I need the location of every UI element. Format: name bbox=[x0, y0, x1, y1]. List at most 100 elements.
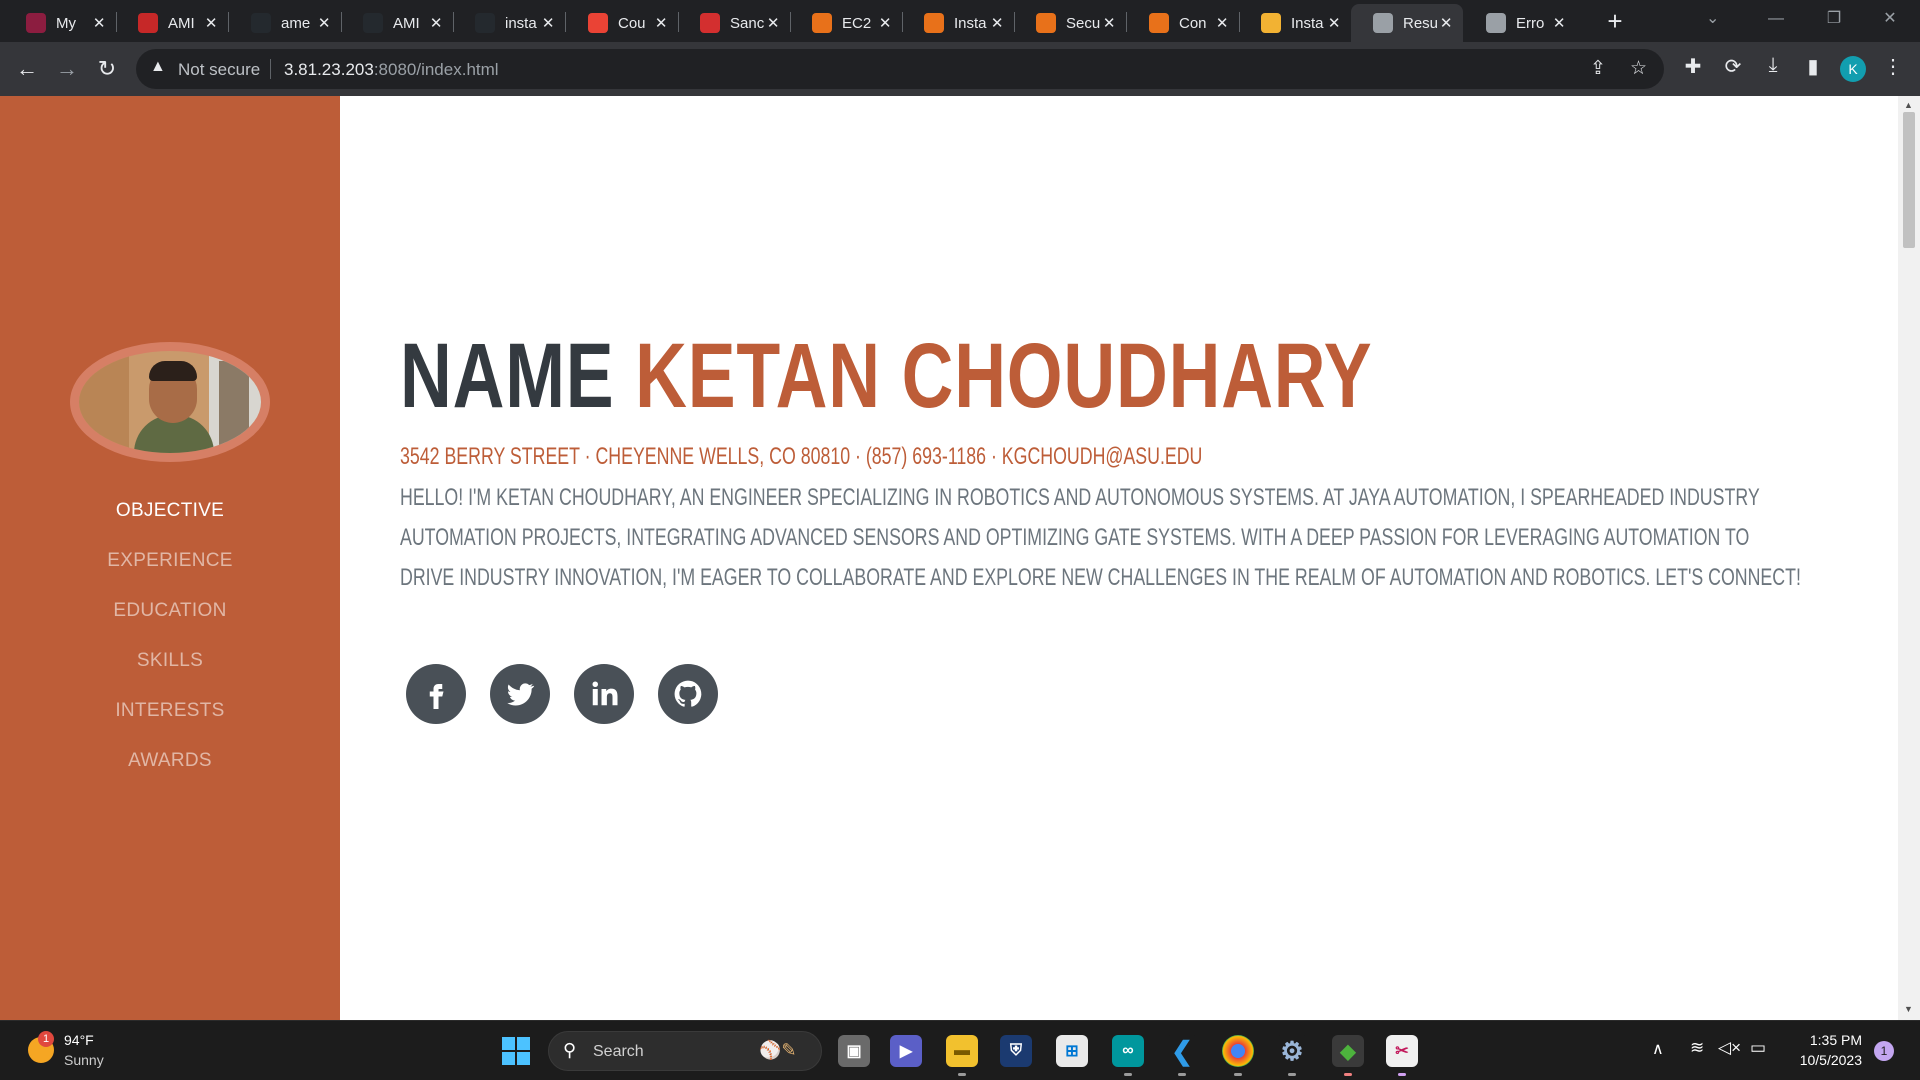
browser-tab[interactable]: ame ✕ bbox=[229, 4, 341, 42]
window-close-button[interactable]: ✕ bbox=[1870, 4, 1910, 34]
running-indicator bbox=[1344, 1073, 1352, 1076]
minimize-button[interactable]: — bbox=[1756, 4, 1796, 34]
aws-icon bbox=[812, 13, 832, 33]
linkedin-button[interactable] bbox=[574, 664, 634, 724]
tab-title: Con bbox=[1179, 14, 1207, 32]
chrome-icon[interactable] bbox=[1222, 1035, 1254, 1067]
nav-link-awards[interactable]: AWARDS bbox=[0, 750, 340, 772]
running-indicator bbox=[1288, 1073, 1296, 1076]
settings-icon[interactable]: ⚙ bbox=[1276, 1035, 1308, 1067]
back-button[interactable]: ← bbox=[10, 52, 44, 86]
browser-tab[interactable]: My ✕ bbox=[4, 4, 116, 42]
nav-link-objective[interactable]: OBJECTIVE bbox=[0, 500, 340, 522]
url-text[interactable]: 3.81.23.203:8080/index.html bbox=[284, 60, 499, 80]
bookmark-star-icon[interactable]: ☆ bbox=[1630, 57, 1647, 80]
tab-close-icon[interactable]: ✕ bbox=[429, 14, 443, 32]
tab-close-icon[interactable]: ✕ bbox=[1552, 14, 1566, 32]
restore-button[interactable]: ❐ bbox=[1814, 4, 1854, 34]
menu-icon[interactable]: ⋮ bbox=[1878, 54, 1908, 79]
scrollbar-thumb[interactable] bbox=[1903, 112, 1915, 248]
tab-close-icon[interactable]: ✕ bbox=[766, 14, 780, 32]
warning-icon[interactable]: ▲ bbox=[150, 58, 166, 76]
github-button[interactable] bbox=[658, 664, 718, 724]
weather-badge: 1 bbox=[38, 1031, 54, 1047]
tab-close-icon[interactable]: ✕ bbox=[654, 14, 668, 32]
browser-tab[interactable]: Sanc ✕ bbox=[678, 4, 790, 42]
title-first: NAME bbox=[400, 325, 615, 427]
windows-start-icon[interactable] bbox=[502, 1037, 530, 1065]
tab-close-icon[interactable]: ✕ bbox=[204, 14, 218, 32]
notification-badge[interactable]: 1 bbox=[1874, 1041, 1894, 1061]
nav-link-experience[interactable]: EXPERIENCE bbox=[0, 550, 340, 572]
snipping-tool-icon[interactable]: ✂ bbox=[1386, 1035, 1418, 1067]
tab-title: Resu bbox=[1403, 14, 1439, 32]
weather-temperature[interactable]: 94°F bbox=[64, 1032, 94, 1048]
package-icon bbox=[1261, 13, 1281, 33]
tab-close-icon[interactable]: ✕ bbox=[317, 14, 331, 32]
facebook-button[interactable] bbox=[406, 664, 466, 724]
browser-tab[interactable]: Resu ✕ bbox=[1351, 4, 1463, 42]
address-bar[interactable]: ▲ Not secure 3.81.23.203:8080/index.html… bbox=[136, 49, 1664, 89]
browser-toolbar: ← → ↻ ▲ Not secure 3.81.23.203:8080/inde… bbox=[0, 42, 1920, 96]
vpn-icon[interactable]: ⛨ bbox=[1000, 1035, 1032, 1067]
browser-tab[interactable]: AMI ✕ bbox=[341, 4, 453, 42]
tab-close-icon[interactable]: ✕ bbox=[92, 14, 106, 32]
contact-line: 3542 BERRY STREET · CHEYENNE WELLS, CO 8… bbox=[400, 443, 1203, 470]
tab-title: insta bbox=[505, 14, 537, 32]
github-icon bbox=[475, 13, 495, 33]
tab-close-icon[interactable]: ✕ bbox=[878, 14, 892, 32]
nav-link-skills[interactable]: SKILLS bbox=[0, 650, 340, 672]
browser-tab[interactable]: Cou ✕ bbox=[566, 4, 678, 42]
tray-overflow-icon[interactable]: ∧ bbox=[1652, 1039, 1664, 1059]
teams-icon[interactable]: ▶ bbox=[890, 1035, 922, 1067]
mongodb-icon[interactable]: ◆ bbox=[1332, 1035, 1364, 1067]
search-label: Search bbox=[593, 1043, 644, 1060]
browser-tab[interactable]: Secu ✕ bbox=[1014, 4, 1126, 42]
scroll-down-arrow[interactable]: ▼ bbox=[1904, 1004, 1913, 1014]
taskbar-search[interactable]: ⚲ Search ⚾✎ bbox=[548, 1031, 822, 1071]
side-panel-icon[interactable]: ▮ bbox=[1798, 54, 1828, 79]
tab-close-icon[interactable]: ✕ bbox=[1439, 14, 1453, 32]
download-icon[interactable]: ⤓ bbox=[1758, 54, 1788, 77]
share-icon[interactable]: ⇪ bbox=[1590, 57, 1606, 80]
profile-avatar[interactable]: K bbox=[1840, 56, 1866, 82]
store-icon[interactable]: ⊞ bbox=[1056, 1035, 1088, 1067]
browser-tab[interactable]: insta ✕ bbox=[453, 4, 565, 42]
browser-tab[interactable]: Erro ✕ bbox=[1464, 4, 1576, 42]
new-tab-button[interactable]: + bbox=[1600, 6, 1630, 36]
tab-close-icon[interactable]: ✕ bbox=[1102, 14, 1116, 32]
task-view-icon[interactable]: ▣ bbox=[838, 1035, 870, 1067]
wifi-icon[interactable]: ≋ bbox=[1690, 1038, 1704, 1058]
browser-tab[interactable]: EC2 ✕ bbox=[790, 4, 902, 42]
browser-tab[interactable]: Insta ✕ bbox=[1239, 4, 1351, 42]
tab-close-icon[interactable]: ✕ bbox=[1215, 14, 1229, 32]
vscode-icon[interactable]: ❮ bbox=[1166, 1035, 1198, 1067]
volume-muted-icon[interactable]: ◁× bbox=[1718, 1038, 1741, 1058]
sidebar-nav: OBJECTIVE EXPERIENCE EDUCATION SKILLS INTERE… bbox=[0, 96, 340, 1020]
reload-button[interactable]: ↻ bbox=[90, 52, 124, 86]
security-label[interactable]: Not secure bbox=[178, 60, 260, 80]
arduino-icon[interactable]: ∞ bbox=[1112, 1035, 1144, 1067]
page-scrollbar[interactable]: ▲ ▼ bbox=[1898, 96, 1920, 1020]
browser-tab[interactable]: AMI ✕ bbox=[116, 4, 228, 42]
sync-icon[interactable]: ⟳ bbox=[1718, 54, 1748, 79]
aws-icon bbox=[1149, 13, 1169, 33]
tab-close-icon[interactable]: ✕ bbox=[541, 14, 555, 32]
extensions-icon[interactable]: ✚ bbox=[1678, 54, 1708, 79]
tab-close-icon[interactable]: ✕ bbox=[990, 14, 1004, 32]
file-explorer-icon[interactable]: ▬ bbox=[946, 1035, 978, 1067]
clock-time[interactable]: 1:35 PM bbox=[1806, 1032, 1862, 1048]
nav-link-interests[interactable]: INTERESTS bbox=[0, 700, 340, 722]
weather-condition[interactable]: Sunny bbox=[64, 1052, 104, 1068]
browser-tab[interactable]: Con ✕ bbox=[1127, 4, 1239, 42]
browser-tab[interactable]: Insta ✕ bbox=[902, 4, 1014, 42]
tab-title: Erro bbox=[1516, 14, 1545, 32]
clock-date[interactable]: 10/5/2023 bbox=[1788, 1052, 1862, 1068]
battery-icon[interactable]: ▭ bbox=[1750, 1038, 1766, 1058]
tab-close-icon[interactable]: ✕ bbox=[1327, 14, 1341, 32]
tab-search-icon[interactable]: ⌄ bbox=[1706, 8, 1719, 28]
twitter-button[interactable] bbox=[490, 664, 550, 724]
nav-link-education[interactable]: EDUCATION bbox=[0, 600, 340, 622]
scroll-up-arrow[interactable]: ▲ bbox=[1904, 100, 1913, 110]
forward-button[interactable]: → bbox=[50, 52, 84, 86]
